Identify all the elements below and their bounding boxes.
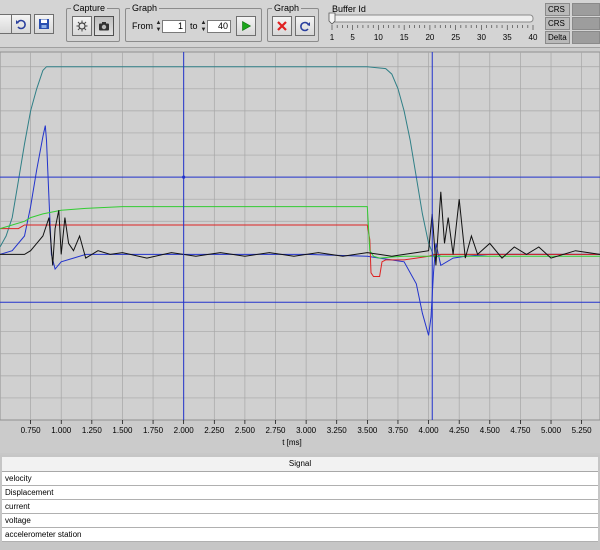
slider-tick-label: 1: [330, 33, 335, 42]
spin-down-icon[interactable]: ▼: [155, 27, 162, 33]
slider-tick-label: 40: [529, 33, 538, 42]
graph-edit-group: Graph: [267, 3, 319, 42]
x-tick-label: 2.000: [174, 426, 195, 435]
signal-table: Signal velocity Displacement current vol…: [2, 457, 598, 542]
signal-name[interactable]: accelerometer station: [2, 527, 598, 542]
x-tick-label: 5.250: [572, 426, 593, 435]
to-label: to: [190, 21, 198, 31]
slider-tick-label: 20: [425, 33, 434, 42]
x-tick-label: 4.500: [480, 426, 501, 435]
delta-value: [572, 31, 600, 44]
x-tick-label: 4.000: [419, 426, 440, 435]
apply-range-button[interactable]: [236, 16, 256, 36]
undo-icon: [16, 19, 26, 30]
graph-range-group-title: Graph: [130, 3, 160, 13]
slider-tick-label: 5: [350, 33, 355, 42]
x-tick-label: 2.500: [235, 426, 256, 435]
signal-name[interactable]: velocity: [2, 471, 598, 486]
slider-tick-label: 25: [451, 33, 460, 42]
slider-thumb[interactable]: [328, 12, 336, 25]
cursor-marker: [182, 175, 186, 179]
undo-button[interactable]: [11, 14, 31, 34]
camera-icon: [99, 22, 109, 31]
floppy-disk-icon: [39, 19, 49, 29]
delta-label: Delta: [545, 31, 570, 44]
crs-o-value: [572, 3, 600, 16]
x-tick-label: 4.750: [510, 426, 531, 435]
from-spinner-arrows[interactable]: ▲ ▼: [155, 20, 162, 33]
x-tick-label: 1.750: [143, 426, 164, 435]
capture-settings-button[interactable]: [72, 16, 92, 36]
crs-x-value: [572, 17, 600, 30]
spin-down-icon[interactable]: ▼: [200, 27, 207, 33]
redo-graph-button[interactable]: [295, 16, 315, 36]
x-tick-label: 1.000: [51, 426, 72, 435]
x-tick-label: 3.250: [327, 426, 348, 435]
signal-row-velocity[interactable]: velocity: [2, 471, 598, 486]
chart-canvas[interactable]: 0.750 1.000 1.250 1.500 1.750 2.000 2.250 2.500…: [0, 48, 600, 453]
spin-up-icon[interactable]: ▲: [155, 20, 162, 26]
signal-name[interactable]: current: [2, 499, 598, 514]
save-button[interactable]: [34, 14, 54, 34]
graph-range-group: Graph From ▲ ▼ 1 to ▲ ▼ 40: [125, 3, 262, 42]
signal-column-header[interactable]: Signal: [2, 457, 598, 472]
clear-graph-button[interactable]: [272, 16, 292, 36]
toolbar: Capture Graph From ▲ ▼ 1 to ▲ ▼ 40 Graph B…: [0, 0, 600, 48]
slider-tick-label: 30: [477, 33, 486, 42]
slider-tick-label: 35: [503, 33, 512, 42]
spin-up-icon[interactable]: ▲: [200, 20, 207, 26]
x-tick-label: 5.000: [541, 426, 562, 435]
signal-name[interactable]: Displacement: [2, 485, 598, 500]
signal-row-voltage[interactable]: voltage: [2, 513, 598, 528]
x-tick-label: 0.750: [21, 426, 42, 435]
signal-name[interactable]: voltage: [2, 513, 598, 528]
signal-table-header-row: Signal: [2, 457, 598, 472]
slider-tick-label: 10: [374, 33, 383, 42]
signal-row-current[interactable]: current: [2, 499, 598, 514]
x-tick-label: 2.750: [265, 426, 286, 435]
x-tick-label: 1.500: [112, 426, 133, 435]
x-tick-label: 3.000: [296, 426, 317, 435]
to-input[interactable]: 40: [207, 20, 231, 33]
from-label: From: [132, 21, 153, 31]
capture-camera-button[interactable]: [94, 16, 114, 36]
signal-row-displacement[interactable]: Displacement: [2, 485, 598, 500]
slider-tick-label: 15: [400, 33, 409, 42]
x-tick-label: 4.250: [449, 426, 470, 435]
from-input[interactable]: 1: [162, 20, 186, 33]
crs-o-label: CRS o: [545, 3, 570, 25]
capture-group: Capture: [66, 3, 120, 42]
capture-group-title: Capture: [71, 3, 108, 13]
capture-settings-icon: [76, 20, 88, 32]
x-tick-label: 3.750: [388, 426, 409, 435]
graph-edit-group-title: Graph: [272, 3, 302, 13]
play-icon: [242, 20, 252, 32]
x-tick-label: 1.250: [82, 426, 103, 435]
x-tick-label: 3.500: [357, 426, 378, 435]
to-spinner-arrows[interactable]: ▲ ▼: [200, 20, 207, 33]
redo-icon: [300, 21, 310, 32]
slider-track[interactable]: [331, 14, 534, 23]
buffer-id-slider[interactable]: 1 5 10 15 20 25 30 35 40: [325, 12, 540, 46]
crs-x-label: CRS x: [545, 17, 570, 39]
red-x-icon: [277, 21, 287, 31]
signal-chart[interactable]: 0.750 1.000 1.250 1.500 1.750 2.000 2.250 2.500…: [0, 48, 600, 453]
x-tick-label: 2.250: [204, 426, 225, 435]
plot-area[interactable]: [0, 51, 600, 421]
x-axis-label: t [ms]: [282, 438, 302, 447]
signal-legend: Signal velocity Displacement current vol…: [0, 455, 600, 550]
signal-row-accelerometer[interactable]: accelerometer station: [2, 527, 598, 542]
